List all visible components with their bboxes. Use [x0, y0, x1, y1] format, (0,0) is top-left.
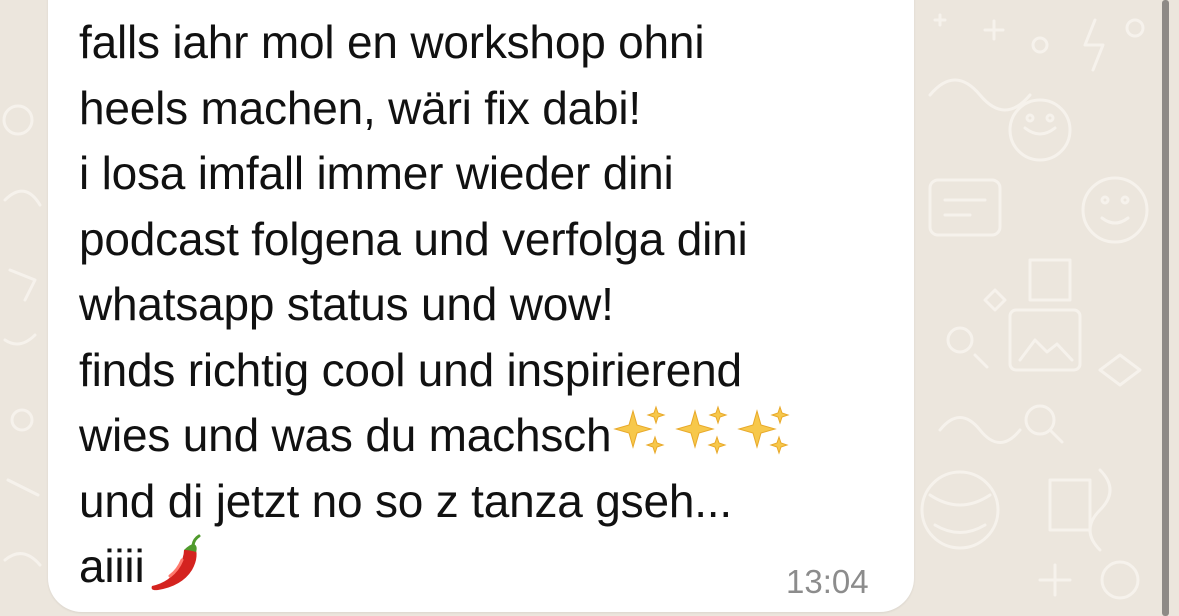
- message-text: falls iahr mol en workshop ohni heels ma…: [79, 10, 909, 600]
- message-line: heels machen, wäri fix dabi!: [79, 81, 642, 134]
- hot-pepper-icon: [152, 534, 201, 591]
- message-line: whatsapp status und wow!: [79, 278, 614, 330]
- message-line: falls iahr mol en workshop ohni: [79, 16, 705, 68]
- message-line-with-emoji: aiiii: [79, 534, 909, 600]
- message-line: finds richtig cool und inspirierend: [79, 343, 742, 396]
- message-line-with-emoji: wies und was du machsch: [79, 403, 909, 469]
- sparkles-icon: [613, 405, 666, 455]
- message-line-text: aiiii: [79, 540, 145, 592]
- message-line-text: wies und was du machsch: [79, 409, 612, 461]
- sparkles-icon: [675, 405, 728, 455]
- message-line: i losa imfall immer wieder dini: [79, 147, 674, 199]
- scrollbar[interactable]: [1162, 0, 1169, 616]
- message-line: podcast folgena und verfolga dini: [79, 212, 748, 265]
- message-timestamp: 13:04: [786, 563, 869, 600]
- sparkles-icon: [737, 405, 790, 455]
- message-line: und di jetzt no so z tanza gseh...: [79, 474, 732, 527]
